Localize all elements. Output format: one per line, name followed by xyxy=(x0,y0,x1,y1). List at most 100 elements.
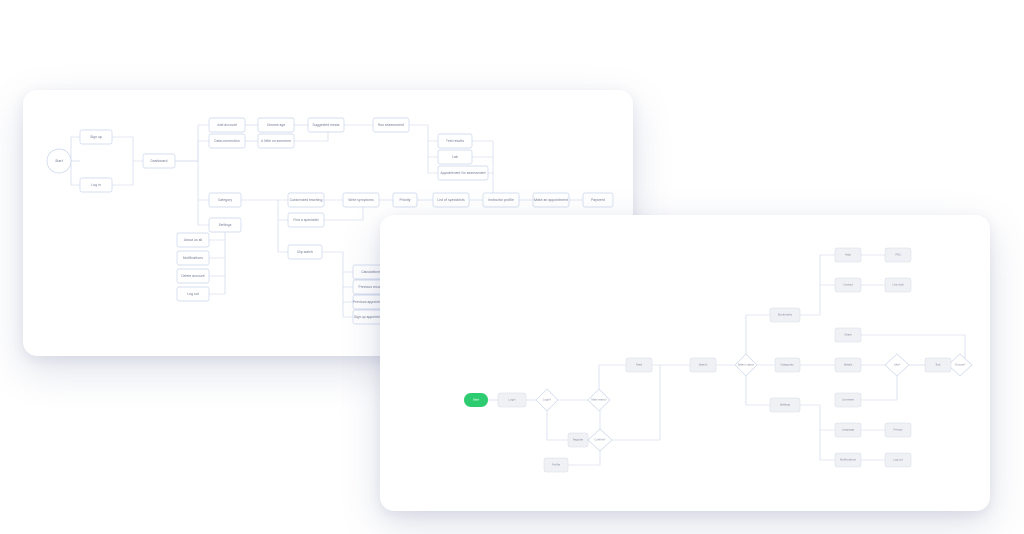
svg-text:Start: Start xyxy=(473,398,479,402)
svg-text:Comment: Comment xyxy=(842,398,854,402)
svg-text:Clip watch: Clip watch xyxy=(297,250,313,254)
svg-text:About us all: About us all xyxy=(184,238,203,242)
svg-text:Priority: Priority xyxy=(399,198,410,202)
node-extra-svc: A little on someone xyxy=(258,134,294,148)
node-clip: Clip watch xyxy=(288,245,322,259)
svg-text:FAQ: FAQ xyxy=(895,253,900,257)
node-b-dselect: Select option xyxy=(735,354,757,376)
svg-text:Suggested meals: Suggested meals xyxy=(313,123,340,127)
svg-text:Main menu?: Main menu? xyxy=(591,398,607,402)
node-b-categories: Categories xyxy=(775,358,800,372)
svg-text:Delete account: Delete account xyxy=(181,274,205,278)
svg-text:Share: Share xyxy=(844,333,852,337)
svg-text:End: End xyxy=(936,363,941,367)
node-b-privacy: Privacy xyxy=(885,423,911,437)
node-sign-up: Sign up xyxy=(80,130,112,144)
node-make-appt: Make an appointment xyxy=(533,193,569,207)
svg-text:Log out: Log out xyxy=(187,292,200,296)
svg-text:A little on someone: A little on someone xyxy=(261,139,291,143)
svg-text:Sign up: Sign up xyxy=(90,135,102,139)
node-settings: Settings xyxy=(209,218,241,232)
node-log-in: Log in xyxy=(80,178,112,192)
node-choose-age: Choose age xyxy=(258,118,294,132)
node-write-sym: Write symptoms xyxy=(343,193,379,207)
svg-text:Like?: Like? xyxy=(894,363,901,367)
node-b-lang: Language xyxy=(835,423,861,437)
svg-text:Choose age: Choose age xyxy=(267,123,286,127)
flowchart-panel-bottom: Start Login Login? Register Confirm? Pro… xyxy=(380,215,990,511)
node-b-dlike: Like? xyxy=(885,354,909,376)
svg-text:Start: Start xyxy=(55,159,63,163)
svg-text:Payment: Payment xyxy=(591,198,606,202)
node-b-share: Share xyxy=(835,328,861,342)
node-test-results: Test results xyxy=(438,134,472,148)
node-start: Start xyxy=(47,149,71,173)
svg-text:Contact: Contact xyxy=(843,283,853,287)
node-b-notif: Notifications xyxy=(835,453,861,467)
node-b-dcat: Choose? xyxy=(948,354,972,376)
svg-text:Register: Register xyxy=(573,438,583,442)
node-b-bookmarks: Bookmarks xyxy=(770,308,800,322)
node-b-dlogin: Login? xyxy=(536,389,558,411)
svg-text:Log in: Log in xyxy=(91,183,101,187)
svg-text:Notifications: Notifications xyxy=(183,256,203,260)
svg-text:Data connection: Data connection xyxy=(214,139,239,143)
svg-text:Confirm?: Confirm? xyxy=(594,438,606,442)
svg-text:Run assessment: Run assessment xyxy=(378,123,405,127)
svg-text:Write symptoms: Write symptoms xyxy=(348,198,374,202)
flowchart-bottom-svg: Start Login Login? Register Confirm? Pro… xyxy=(380,215,990,511)
node-b-dconfirm: Confirm? xyxy=(588,429,612,451)
node-b-register: Register xyxy=(568,433,588,447)
node-b-details: Details xyxy=(835,358,861,372)
node-priority: Priority xyxy=(393,193,417,207)
svg-text:List of specialists: List of specialists xyxy=(437,198,465,202)
svg-text:Feed: Feed xyxy=(636,363,642,367)
svg-text:Dashboard: Dashboard xyxy=(151,159,168,163)
svg-text:Language: Language xyxy=(842,428,855,432)
node-b-help: Help xyxy=(835,248,861,262)
node-b-chat: Live chat xyxy=(885,278,911,292)
node-list-spec: List of specialists xyxy=(433,193,469,207)
node-b-feed: Feed xyxy=(626,358,652,372)
svg-text:Categories: Categories xyxy=(780,363,794,367)
svg-text:Calculations: Calculations xyxy=(361,270,380,274)
node-suggested: Suggested meals xyxy=(308,118,344,132)
node-b-logout: Log out xyxy=(885,453,911,467)
node-b-faq: FAQ xyxy=(885,248,911,262)
svg-text:Lab: Lab xyxy=(452,155,458,159)
svg-text:Live chat: Live chat xyxy=(892,283,903,287)
node-delete-acc: Delete account xyxy=(177,269,209,283)
svg-text:Category: Category xyxy=(218,198,232,202)
svg-text:Choose?: Choose? xyxy=(955,363,966,367)
svg-text:Profile: Profile xyxy=(552,463,561,467)
svg-text:Login: Login xyxy=(509,398,516,402)
node-b-comment: Comment xyxy=(835,393,861,407)
svg-text:Bookmarks: Bookmarks xyxy=(778,313,793,317)
node-appt-assess: Appointment for assessment xyxy=(438,166,488,180)
svg-text:Help: Help xyxy=(845,253,851,257)
svg-text:Search: Search xyxy=(699,363,708,367)
svg-text:Select option: Select option xyxy=(738,363,755,367)
svg-text:Test results: Test results xyxy=(446,139,464,143)
svg-text:Make an appointment: Make an appointment xyxy=(534,198,569,202)
svg-text:Add account: Add account xyxy=(217,123,238,127)
diagram-stage: Start Sign up Log in Dashboard Add accou… xyxy=(0,0,1024,534)
node-find-spec: Find a specialist xyxy=(288,213,324,227)
node-b-settings: Settings xyxy=(770,398,800,412)
node-add-account: Add account xyxy=(209,118,245,132)
node-customized: Customized teaching xyxy=(288,193,324,207)
node-data: Data connection xyxy=(209,134,245,148)
node-run-assess: Run assessment xyxy=(373,118,409,132)
node-payment: Payment xyxy=(583,193,613,207)
node-b-start: Start xyxy=(464,393,488,407)
node-b-dmain: Main menu? xyxy=(588,389,610,411)
svg-text:Log out: Log out xyxy=(893,458,903,462)
node-log-out: Log out xyxy=(177,287,209,301)
svg-text:Appointment for assessment: Appointment for assessment xyxy=(440,171,486,175)
svg-text:Notifications: Notifications xyxy=(840,458,856,462)
svg-text:Login?: Login? xyxy=(543,398,552,402)
node-b-end: End xyxy=(925,358,951,372)
node-lab: Lab xyxy=(438,150,472,164)
node-b-login: Login xyxy=(498,393,526,407)
svg-text:Details: Details xyxy=(844,363,853,367)
